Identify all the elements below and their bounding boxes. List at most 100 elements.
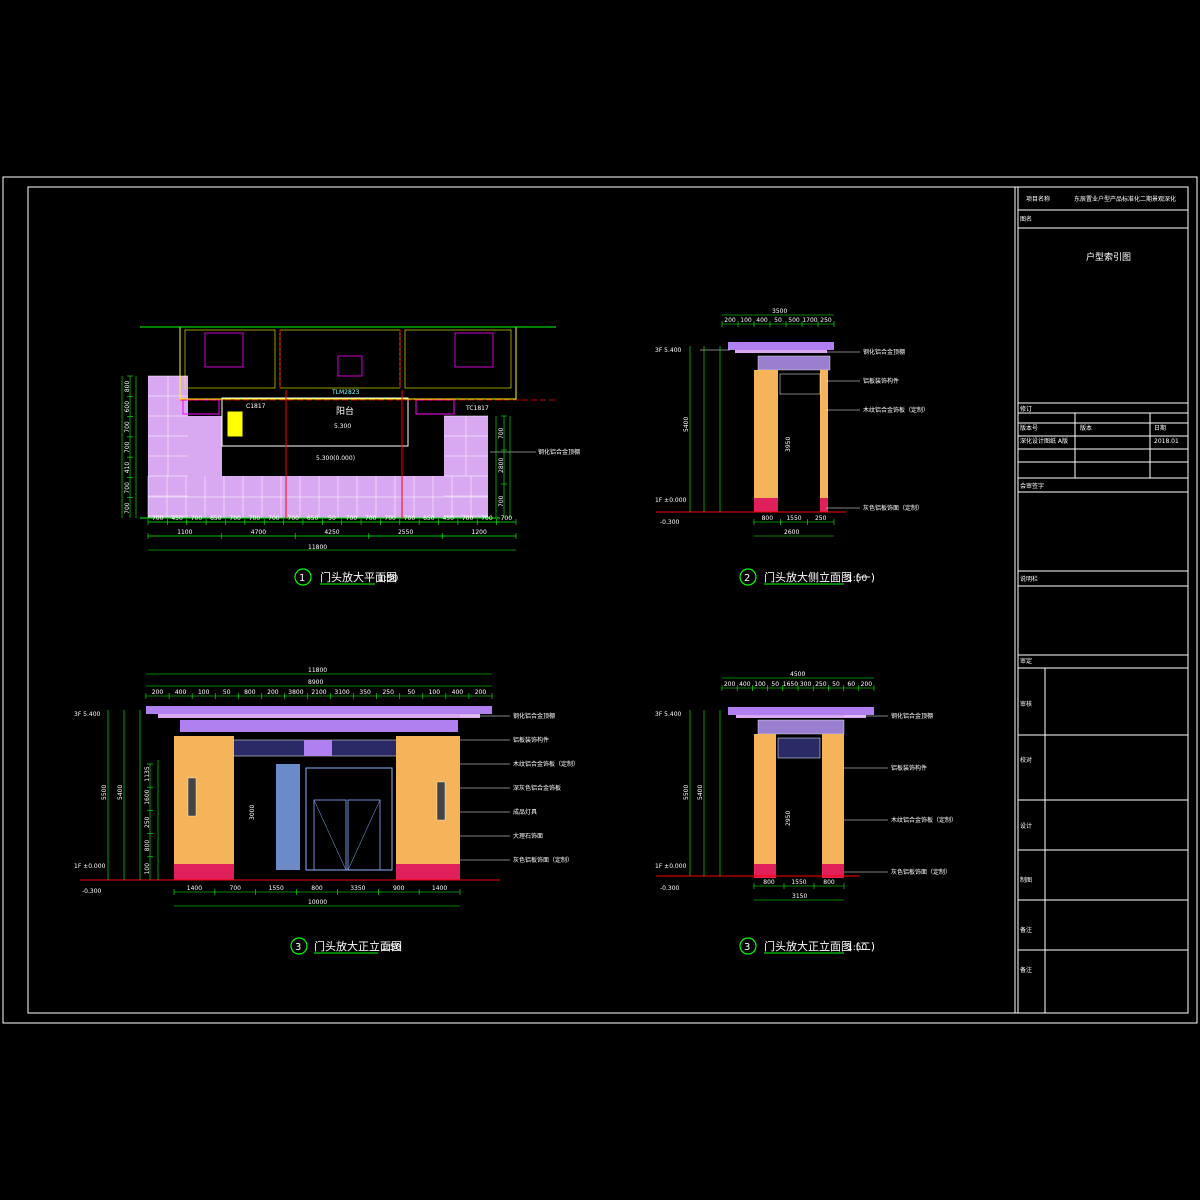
- note-label: 铝板装饰构件: [891, 764, 927, 772]
- project-name: 东辰置业户型产品标准化二期景观深化: [1074, 195, 1176, 203]
- dim-label: 100: [754, 681, 766, 688]
- dim-label: 700: [249, 515, 261, 522]
- frieze-1: [757, 355, 831, 371]
- s1-notes: 钢化铝合金顶棚铝板装饰构件木纹铝合金饰板（定制） 灰色铝板饰面（定制）: [826, 348, 929, 512]
- note-label: 成品灯具: [513, 808, 537, 816]
- dim-label: 800: [763, 879, 775, 886]
- front-fascia: [180, 720, 458, 732]
- dim-label: 400: [739, 681, 751, 688]
- room-mid: [279, 329, 401, 389]
- signoff-6: 备注: [1020, 926, 1032, 934]
- dim-label: 2550: [398, 529, 413, 536]
- view-4-scale: 1:50: [847, 943, 867, 953]
- dim-label: 1400: [187, 885, 202, 892]
- note-label: 灰色铝板饰面（定制）: [513, 856, 573, 864]
- room-left: [184, 329, 276, 389]
- pier-1-left: [754, 370, 778, 498]
- plan-left-dims: 800 600 700 700 410 700 700: [124, 375, 133, 518]
- s1-level-top: 3F 5.400: [655, 347, 682, 354]
- dim-label: 250: [382, 689, 394, 696]
- rev-header-1: 版本号: [1020, 424, 1038, 432]
- front-base-right: [396, 864, 460, 880]
- dim-label: 100: [740, 317, 752, 324]
- dim-label: 700: [268, 515, 280, 522]
- f-level-top: 3F 5.400: [74, 711, 101, 718]
- pier-2-right: [822, 734, 844, 864]
- view-3-number: 3: [295, 942, 301, 953]
- s2-level-0: 1F ±0.000: [655, 863, 687, 870]
- dim-label: 2100: [311, 689, 326, 696]
- dim-label: 50: [771, 681, 779, 688]
- window-label-c1: C1817: [246, 403, 266, 410]
- s1-top-total: 3500: [772, 308, 787, 315]
- f-outer-h: 5500: [101, 785, 108, 800]
- base-1-left: [754, 498, 778, 512]
- dim-label: 50: [832, 681, 840, 688]
- front-lamp-right: [436, 781, 446, 821]
- front-base-left: [174, 864, 234, 880]
- dim-label: 1550: [791, 879, 806, 886]
- plan-right-dims: 700 2800 700: [498, 415, 507, 518]
- view-1-scale: 1:50: [378, 574, 398, 584]
- dim-label: 650: [423, 515, 435, 522]
- dim-label: 200: [267, 689, 279, 696]
- elevation-2: 5.300(0.000): [316, 455, 355, 462]
- s1-level-neg: -0.300: [660, 519, 680, 526]
- bed-right: [454, 332, 494, 368]
- notes-label: 说明栏: [1020, 575, 1038, 583]
- dim-label: 3350: [350, 885, 365, 892]
- signoff-5: 制图: [1020, 876, 1032, 884]
- plan-view: 阳台 TLM2823 C1817 TC1817 5.300 5.300(0.00…: [121, 326, 580, 551]
- drawing-name: 户型索引图: [1086, 251, 1131, 263]
- f-level-neg: -0.300: [82, 888, 102, 895]
- dim-label: 1550: [786, 515, 801, 522]
- pier-2-left: [754, 734, 776, 864]
- dim-label: 100: [429, 689, 441, 696]
- dim-label: 250: [815, 515, 827, 522]
- s2-top-dims: 200 400 100 50 1650 300 250 50 60 200: [721, 681, 875, 691]
- view-3-caption: 3 门头放大正立面图 1:50: [290, 937, 402, 955]
- canopy-2-band: [736, 715, 866, 718]
- f-bottom-dims: 1400 700 1550 800 3350 900 1400: [173, 885, 461, 895]
- f-top-dims: 200 400 100 50 800 200 3800 2100 3100 350 250 50 100…: [145, 689, 493, 699]
- rev-row-1: 深化设计图纸 A版: [1020, 437, 1068, 445]
- note-label: 铝板装饰构件: [513, 736, 549, 744]
- dim-label: 700: [462, 515, 474, 522]
- dim-label: 700: [229, 515, 241, 522]
- dim-label: 200: [724, 681, 736, 688]
- dim-label: 60: [847, 681, 855, 688]
- dim-label: 100: [198, 689, 210, 696]
- s2-notes: 钢化铝合金顶棚铝板装饰构件木纹铝合金饰板（定制） 灰色铝板饰面（定制）: [844, 712, 957, 876]
- panel-2: [777, 737, 821, 759]
- s2-level-top: 3F 5.400: [655, 711, 682, 718]
- dim-label: 200: [152, 689, 164, 696]
- f-door-h: 3000: [249, 805, 256, 820]
- f-height: 5400: [117, 785, 124, 800]
- front-canopy-band: [158, 714, 480, 718]
- f-mid-total: 8900: [308, 679, 323, 686]
- dim-label: 800: [823, 879, 835, 886]
- dim-label: 400: [452, 689, 464, 696]
- dim-label: 450: [171, 515, 183, 522]
- dim-label: 1600: [144, 789, 151, 804]
- s1-bottom-total: 2600: [784, 529, 799, 536]
- s2-outer-h: 5500: [683, 785, 690, 800]
- dim-label: 400: [175, 689, 187, 696]
- view-4-number: 3: [744, 942, 750, 953]
- f-left-dims: 1135 1600 250 800 100: [144, 763, 153, 880]
- dim-label: 300: [800, 681, 812, 688]
- table-mid: [337, 355, 363, 377]
- signoff-4: 设计: [1020, 822, 1032, 830]
- signoff-3: 校对: [1020, 756, 1032, 764]
- view-1-number: 1: [299, 573, 305, 584]
- dim-label: 700: [404, 515, 416, 522]
- dim-label: 250: [820, 317, 832, 324]
- note-label: 木纹铝合金饰板（定制）: [863, 406, 929, 414]
- f-notes: 钢化铝合金顶棚铝板装饰构件木纹铝合金饰板（定制） 深灰色铝合金饰板成品灯具大理石饰…: [460, 712, 579, 864]
- dim-label: 700: [384, 515, 396, 522]
- front-pier-left: [174, 736, 234, 864]
- door-label: TLM2823: [331, 389, 360, 396]
- base-1-right: [820, 498, 828, 512]
- dim-label: 350: [359, 689, 371, 696]
- s2-height: 5400: [697, 785, 704, 800]
